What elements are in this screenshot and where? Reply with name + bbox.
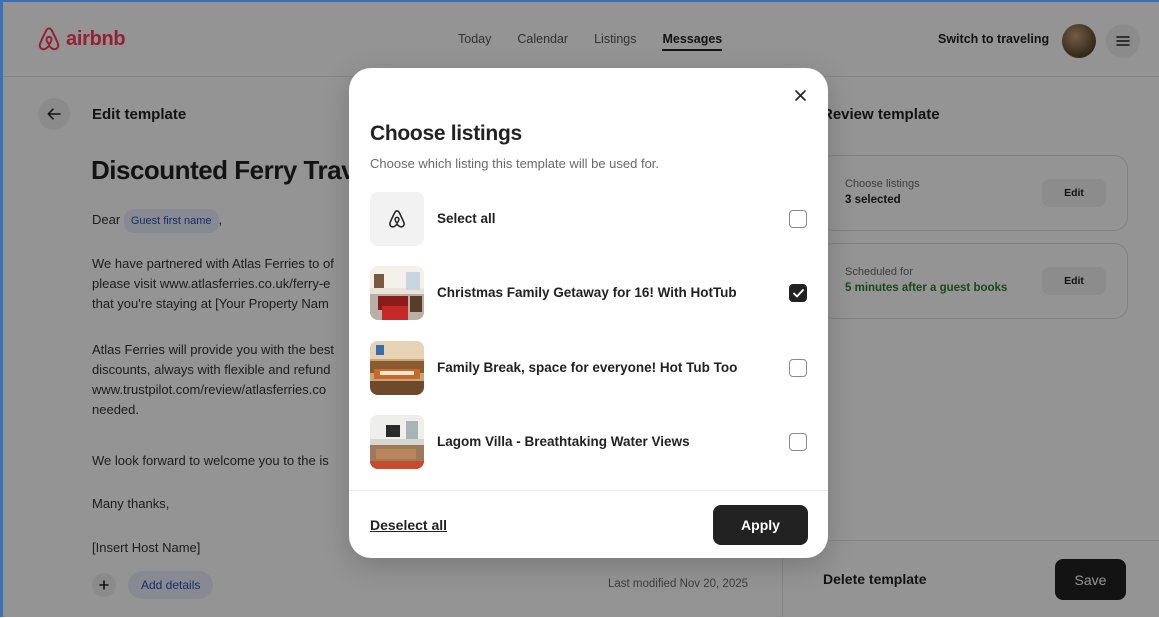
listing-thumbnail <box>370 341 424 395</box>
listing-photo <box>370 266 424 320</box>
listing-checkbox[interactable] <box>789 359 807 377</box>
select-all-checkbox[interactable] <box>789 210 807 228</box>
listing-photo <box>370 341 424 395</box>
select-all-row[interactable]: Select all <box>370 192 808 246</box>
checkmark-icon <box>792 288 804 297</box>
modal-footer: Deselect all Apply <box>349 490 828 558</box>
listing-name: Christmas Family Getaway for 16! With Ho… <box>437 285 737 300</box>
modal-subtitle: Choose which listing this template will … <box>370 156 660 171</box>
listing-name: Family Break, space for everyone! Hot Tu… <box>437 360 738 375</box>
choose-listings-modal: Choose listings Choose which listing thi… <box>349 68 828 558</box>
listing-row[interactable]: Lagom Villa - Breathtaking Water Views <box>370 415 808 469</box>
apply-button[interactable]: Apply <box>713 505 808 545</box>
listing-photo <box>370 415 424 469</box>
listing-name: Lagom Villa - Breathtaking Water Views <box>437 434 690 449</box>
deselect-all-button[interactable]: Deselect all <box>370 517 447 533</box>
close-button[interactable] <box>789 84 811 106</box>
listing-checkbox[interactable] <box>789 284 807 302</box>
modal-title: Choose listings <box>370 122 522 145</box>
listing-thumbnail <box>370 266 424 320</box>
listing-checkbox[interactable] <box>789 433 807 451</box>
listing-thumbnail <box>370 415 424 469</box>
listing-row[interactable]: Christmas Family Getaway for 16! With Ho… <box>370 266 808 320</box>
listing-row[interactable]: Family Break, space for everyone! Hot Tu… <box>370 341 808 395</box>
close-icon <box>794 89 806 101</box>
airbnb-logo-icon <box>389 210 405 228</box>
select-all-tile <box>370 192 424 246</box>
select-all-label: Select all <box>437 211 496 226</box>
